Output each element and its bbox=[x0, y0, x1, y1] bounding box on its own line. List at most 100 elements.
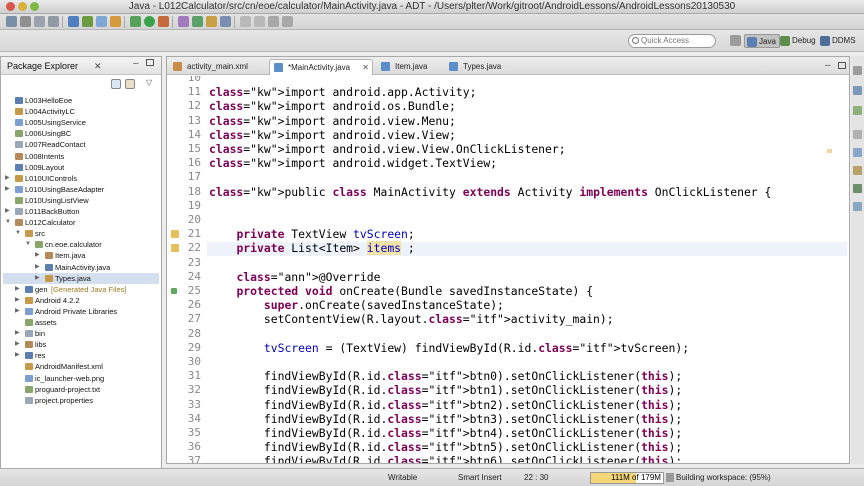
expanded-arrow-icon[interactable]: ▼ bbox=[15, 228, 21, 239]
code-line[interactable]: findViewById(R.id.class="itf">btn1).setO… bbox=[209, 383, 682, 397]
tree-item[interactable]: L007ReadContact bbox=[3, 139, 159, 150]
javadoc-view-icon[interactable] bbox=[853, 148, 862, 157]
expanded-arrow-icon[interactable]: ▼ bbox=[5, 217, 11, 228]
link-with-editor-icon[interactable] bbox=[125, 79, 135, 89]
maximize-icon[interactable] bbox=[146, 59, 154, 66]
view-menu-icon[interactable]: ▽ bbox=[146, 78, 152, 87]
code-line[interactable]: class="kw">import android.app.Activity; bbox=[209, 85, 476, 99]
tree-item[interactable]: L005UsingService bbox=[3, 117, 159, 128]
tab-types-java[interactable]: Types.java bbox=[445, 59, 517, 75]
tree-item[interactable]: ▶ gen [Generated Java Files] bbox=[3, 284, 159, 295]
maximize-icon[interactable] bbox=[838, 62, 846, 69]
collapsed-arrow-icon[interactable]: ▶ bbox=[15, 295, 20, 306]
perspective-java-button[interactable]: Java bbox=[744, 34, 780, 48]
tree-item[interactable]: ▶ libs bbox=[3, 339, 159, 350]
tree-item[interactable]: ▼ src bbox=[3, 228, 159, 239]
collapsed-arrow-icon[interactable]: ▶ bbox=[35, 262, 40, 273]
save-icon[interactable] bbox=[20, 16, 31, 27]
collapsed-arrow-icon[interactable]: ▶ bbox=[35, 250, 40, 261]
collapsed-arrow-icon[interactable]: ▶ bbox=[5, 184, 10, 195]
code-line[interactable]: findViewById(R.id.class="itf">btn4).setO… bbox=[209, 426, 682, 440]
declaration-view-icon[interactable] bbox=[853, 166, 862, 175]
tree-item[interactable]: L010UsingListView bbox=[3, 195, 159, 206]
tree-item[interactable]: ▶ Types.java bbox=[3, 272, 159, 284]
tree-item[interactable]: ▶ Item.java bbox=[3, 250, 159, 261]
collapsed-arrow-icon[interactable]: ▶ bbox=[15, 328, 20, 339]
tree-item[interactable]: ▶ Android Private Libraries bbox=[3, 306, 159, 317]
heap-status[interactable]: 111M of 179M bbox=[590, 472, 664, 484]
tab-item-java[interactable]: Item.java bbox=[377, 59, 443, 75]
collapsed-arrow-icon[interactable]: ▶ bbox=[15, 339, 20, 350]
tab-activity-main-xml[interactable]: activity_main.xml bbox=[169, 59, 265, 75]
search-icon[interactable] bbox=[220, 16, 231, 27]
open-perspective-icon[interactable] bbox=[730, 35, 741, 46]
new-java-class-icon[interactable] bbox=[192, 16, 203, 27]
collapsed-arrow-icon[interactable]: ▶ bbox=[35, 273, 40, 284]
warning-marker-icon[interactable] bbox=[171, 244, 179, 253]
warning-marker-icon[interactable] bbox=[171, 230, 179, 239]
tree-item[interactable]: ▶ MainActivity.java bbox=[3, 262, 159, 273]
new-android-project-icon[interactable] bbox=[96, 16, 107, 27]
tree-item[interactable]: ▶ res bbox=[3, 350, 159, 361]
collapsed-arrow-icon[interactable]: ▶ bbox=[15, 306, 20, 317]
perspective-debug-button[interactable]: Debug bbox=[778, 34, 819, 48]
tree-item[interactable]: ▶ L010UIControls bbox=[3, 173, 159, 184]
minimize-icon[interactable]: – bbox=[133, 58, 139, 69]
code-line[interactable]: class="kw">import android.view.View; bbox=[209, 128, 456, 142]
tree-item[interactable]: ic_launcher-web.png bbox=[3, 373, 159, 384]
tree-item[interactable]: L006UsingBC bbox=[3, 128, 159, 139]
outline-view-icon[interactable] bbox=[853, 86, 862, 95]
tab-main-activity-java[interactable]: *MainActivity.java ✕ bbox=[269, 59, 373, 75]
previous-annotation-icon[interactable] bbox=[254, 16, 265, 27]
close-icon[interactable]: ✕ bbox=[94, 61, 102, 72]
lint-icon[interactable] bbox=[110, 16, 121, 27]
garbage-collect-icon[interactable] bbox=[666, 473, 674, 482]
external-tools-icon[interactable] bbox=[158, 16, 169, 27]
run-icon[interactable] bbox=[144, 16, 155, 27]
debug-icon[interactable] bbox=[130, 16, 141, 27]
tree-item[interactable]: L009Layout bbox=[3, 162, 159, 173]
code-line[interactable]: private TextView tvScreen; bbox=[209, 227, 414, 241]
collapse-all-icon[interactable] bbox=[111, 79, 121, 89]
forward-icon[interactable] bbox=[282, 16, 293, 27]
tree-item[interactable]: proguard-project.txt bbox=[3, 384, 159, 395]
code-line[interactable]: class="ann">@Override bbox=[209, 270, 380, 284]
tree-item[interactable]: ▶ L010UsingBaseAdapter bbox=[3, 184, 159, 195]
new-icon[interactable] bbox=[6, 16, 17, 27]
quick-access-field[interactable]: Quick Access bbox=[628, 34, 716, 48]
save-all-icon[interactable] bbox=[34, 16, 45, 27]
code-line[interactable]: class="kw">import android.widget.TextVie… bbox=[209, 156, 497, 170]
code-line[interactable]: class="kw">public class MainActivity ext… bbox=[209, 185, 771, 199]
next-annotation-icon[interactable] bbox=[240, 16, 251, 27]
code-area[interactable]: 10 11 12 13 14 15 16 17 18 19 20 21 22 23 24 25 26 27 28 29… bbox=[167, 76, 849, 463]
code-line[interactable]: findViewById(R.id.class="itf">btn6).setO… bbox=[209, 454, 682, 463]
code-line[interactable]: tvScreen = (TextView) findViewById(R.id.… bbox=[209, 341, 689, 355]
console-view-icon[interactable] bbox=[853, 184, 862, 193]
override-marker-icon[interactable] bbox=[171, 288, 177, 294]
tree-item[interactable]: ▶ L011BackButton bbox=[3, 206, 159, 217]
tree-item[interactable]: ▶ bin bbox=[3, 328, 159, 339]
overview-ruler[interactable] bbox=[825, 76, 833, 463]
collapsed-arrow-icon[interactable]: ▶ bbox=[5, 206, 10, 217]
task-list-icon[interactable] bbox=[853, 106, 862, 115]
android-sdk-manager-icon[interactable] bbox=[68, 16, 79, 27]
minimize-icon[interactable]: – bbox=[825, 60, 831, 71]
logcat-view-icon[interactable] bbox=[853, 202, 862, 211]
code-line[interactable]: class="kw">import android.view.Menu; bbox=[209, 114, 456, 128]
collapsed-arrow-icon[interactable]: ▶ bbox=[5, 173, 10, 184]
code-line[interactable]: findViewById(R.id.class="itf">btn5).setO… bbox=[209, 440, 682, 454]
code-line[interactable]: findViewById(R.id.class="itf">btn2).setO… bbox=[209, 398, 682, 412]
tree-item[interactable]: ▼ cn.eoe.calculator bbox=[3, 239, 159, 250]
code-line[interactable]: findViewById(R.id.class="itf">btn0).setO… bbox=[209, 369, 682, 383]
collapsed-arrow-icon[interactable]: ▶ bbox=[15, 284, 20, 295]
new-java-package-icon[interactable] bbox=[178, 16, 189, 27]
close-tab-icon[interactable]: ✕ bbox=[362, 60, 369, 75]
code-line[interactable]: findViewById(R.id.class="itf">btn3).setO… bbox=[209, 412, 682, 426]
code-line[interactable]: class="kw">import android.view.View.OnCl… bbox=[209, 142, 566, 156]
tree-item[interactable]: L003HelloEoe bbox=[3, 95, 159, 106]
package-explorer-title[interactable]: Package Explorer bbox=[7, 61, 78, 71]
tree-item[interactable]: L004ActivityLC bbox=[3, 106, 159, 117]
problems-view-icon[interactable] bbox=[853, 130, 862, 139]
collapsed-arrow-icon[interactable]: ▶ bbox=[15, 350, 20, 361]
tree-item[interactable]: AndroidManifest.xml bbox=[3, 361, 159, 372]
